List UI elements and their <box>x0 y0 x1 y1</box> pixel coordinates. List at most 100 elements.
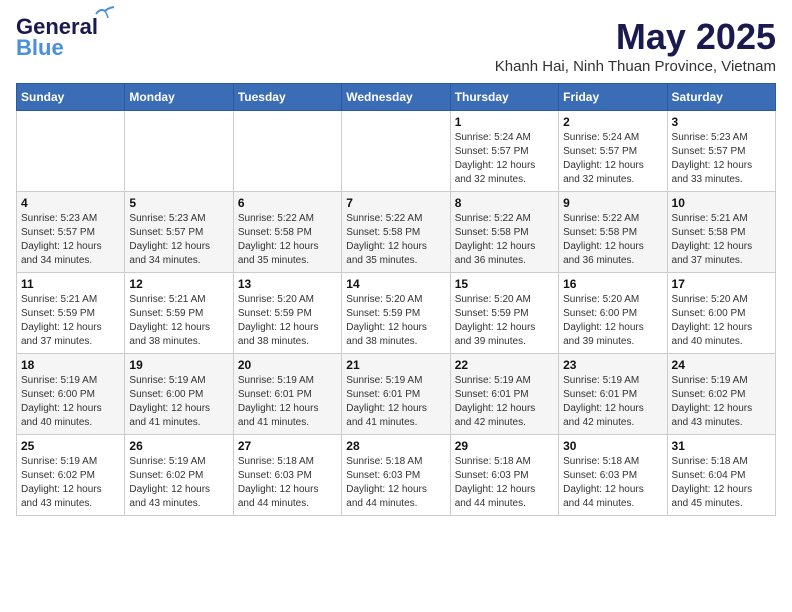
day-number: 16 <box>563 277 662 291</box>
day-number: 12 <box>129 277 228 291</box>
logo-text: General <box>16 14 98 39</box>
calendar-cell: 18 Sunrise: 5:19 AM Sunset: 6:00 PM Dayli… <box>17 354 125 435</box>
calendar-week-5: 25 Sunrise: 5:19 AM Sunset: 6:02 PM Dayli… <box>17 435 776 516</box>
day-info: Sunrise: 5:20 AM Sunset: 6:00 PM Dayligh… <box>563 293 662 349</box>
day-info: Sunrise: 5:22 AM Sunset: 5:58 PM Dayligh… <box>346 212 445 268</box>
calendar-cell: 22 Sunrise: 5:19 AM Sunset: 6:01 PM Dayli… <box>450 354 558 435</box>
day-number: 8 <box>455 196 554 210</box>
day-info: Sunrise: 5:19 AM Sunset: 6:02 PM Dayligh… <box>129 455 228 511</box>
day-number: 29 <box>455 439 554 453</box>
day-info: Sunrise: 5:19 AM Sunset: 6:00 PM Dayligh… <box>129 374 228 430</box>
day-number: 4 <box>21 196 120 210</box>
day-number: 22 <box>455 358 554 372</box>
title-section: May 2025 Khanh Hai, Ninh Thuan Province,… <box>495 16 776 75</box>
calendar-table: SundayMondayTuesdayWednesdayThursdayFrid… <box>16 83 776 516</box>
day-info: Sunrise: 5:18 AM Sunset: 6:03 PM Dayligh… <box>455 455 554 511</box>
day-info: Sunrise: 5:20 AM Sunset: 5:59 PM Dayligh… <box>455 293 554 349</box>
calendar-cell: 24Sunrise: 5:19 AM Sunset: 6:02 PM Dayli… <box>667 354 775 435</box>
calendar-cell: 8 Sunrise: 5:22 AM Sunset: 5:58 PM Daylig… <box>450 192 558 273</box>
weekday-header-tuesday: Tuesday <box>233 84 341 111</box>
weekday-header-monday: Monday <box>125 84 233 111</box>
weekday-header-friday: Friday <box>559 84 667 111</box>
day-info: Sunrise: 5:18 AM Sunset: 6:04 PM Dayligh… <box>672 455 771 511</box>
weekday-header-sunday: Sunday <box>17 84 125 111</box>
day-number: 10 <box>672 196 771 210</box>
day-number: 25 <box>21 439 120 453</box>
logo-blue-text: Blue <box>16 37 64 59</box>
calendar-cell: 9Sunrise: 5:22 AM Sunset: 5:58 PM Daylig… <box>559 192 667 273</box>
day-number: 14 <box>346 277 445 291</box>
page-header: General Blue May 2025 Khanh Hai, Ninh Th… <box>16 16 776 75</box>
calendar-cell <box>342 111 450 192</box>
calendar-cell: 15 Sunrise: 5:20 AM Sunset: 5:59 PM Dayli… <box>450 273 558 354</box>
calendar-cell: 27 Sunrise: 5:18 AM Sunset: 6:03 PM Dayli… <box>233 435 341 516</box>
calendar-cell: 29 Sunrise: 5:18 AM Sunset: 6:03 PM Dayli… <box>450 435 558 516</box>
calendar-cell: 17 Sunrise: 5:20 AM Sunset: 6:00 PM Dayli… <box>667 273 775 354</box>
day-number: 13 <box>238 277 337 291</box>
day-info: Sunrise: 5:19 AM Sunset: 6:01 PM Dayligh… <box>455 374 554 430</box>
day-info: Sunrise: 5:20 AM Sunset: 5:59 PM Dayligh… <box>346 293 445 349</box>
day-number: 30 <box>563 439 662 453</box>
calendar-cell: 31Sunrise: 5:18 AM Sunset: 6:04 PM Dayli… <box>667 435 775 516</box>
day-info: Sunrise: 5:22 AM Sunset: 5:58 PM Dayligh… <box>563 212 662 268</box>
day-info: Sunrise: 5:24 AM Sunset: 5:57 PM Dayligh… <box>563 131 662 187</box>
day-info: Sunrise: 5:23 AM Sunset: 5:57 PM Dayligh… <box>129 212 228 268</box>
calendar-cell: 12 Sunrise: 5:21 AM Sunset: 5:59 PM Dayli… <box>125 273 233 354</box>
day-info: Sunrise: 5:18 AM Sunset: 6:03 PM Dayligh… <box>238 455 337 511</box>
calendar-cell <box>125 111 233 192</box>
logo: General Blue <box>16 16 98 59</box>
weekday-header-thursday: Thursday <box>450 84 558 111</box>
day-number: 17 <box>672 277 771 291</box>
calendar-week-4: 18 Sunrise: 5:19 AM Sunset: 6:00 PM Dayli… <box>17 354 776 435</box>
day-number: 5 <box>129 196 228 210</box>
calendar-cell <box>17 111 125 192</box>
day-number: 3 <box>672 115 771 129</box>
calendar-cell: 2Sunrise: 5:24 AM Sunset: 5:57 PM Daylig… <box>559 111 667 192</box>
day-info: Sunrise: 5:19 AM Sunset: 6:01 PM Dayligh… <box>238 374 337 430</box>
calendar-cell: 20 Sunrise: 5:19 AM Sunset: 6:01 PM Dayli… <box>233 354 341 435</box>
calendar-cell: 7 Sunrise: 5:22 AM Sunset: 5:58 PM Daylig… <box>342 192 450 273</box>
day-info: Sunrise: 5:19 AM Sunset: 6:02 PM Dayligh… <box>21 455 120 511</box>
month-title: May 2025 <box>495 16 776 58</box>
day-number: 19 <box>129 358 228 372</box>
day-info: Sunrise: 5:19 AM Sunset: 6:01 PM Dayligh… <box>563 374 662 430</box>
day-number: 27 <box>238 439 337 453</box>
calendar-cell: 3Sunrise: 5:23 AM Sunset: 5:57 PM Daylig… <box>667 111 775 192</box>
calendar-cell: 11Sunrise: 5:21 AM Sunset: 5:59 PM Dayli… <box>17 273 125 354</box>
calendar-cell: 4 Sunrise: 5:23 AM Sunset: 5:57 PM Daylig… <box>17 192 125 273</box>
day-info: Sunrise: 5:20 AM Sunset: 5:59 PM Dayligh… <box>238 293 337 349</box>
day-number: 7 <box>346 196 445 210</box>
day-info: Sunrise: 5:18 AM Sunset: 6:03 PM Dayligh… <box>346 455 445 511</box>
calendar-cell: 16 Sunrise: 5:20 AM Sunset: 6:00 PM Dayli… <box>559 273 667 354</box>
calendar-cell: 13 Sunrise: 5:20 AM Sunset: 5:59 PM Dayli… <box>233 273 341 354</box>
day-number: 18 <box>21 358 120 372</box>
calendar-cell: 28Sunrise: 5:18 AM Sunset: 6:03 PM Dayli… <box>342 435 450 516</box>
day-info: Sunrise: 5:21 AM Sunset: 5:59 PM Dayligh… <box>129 293 228 349</box>
calendar-cell: 25 Sunrise: 5:19 AM Sunset: 6:02 PM Dayli… <box>17 435 125 516</box>
day-info: Sunrise: 5:20 AM Sunset: 6:00 PM Dayligh… <box>672 293 771 349</box>
day-info: Sunrise: 5:18 AM Sunset: 6:03 PM Dayligh… <box>563 455 662 511</box>
weekday-header-saturday: Saturday <box>667 84 775 111</box>
day-info: Sunrise: 5:24 AM Sunset: 5:57 PM Dayligh… <box>455 131 554 187</box>
calendar-cell: 1Sunrise: 5:24 AM Sunset: 5:57 PM Daylig… <box>450 111 558 192</box>
weekday-header-row: SundayMondayTuesdayWednesdayThursdayFrid… <box>17 84 776 111</box>
day-number: 20 <box>238 358 337 372</box>
weekday-header-wednesday: Wednesday <box>342 84 450 111</box>
day-number: 24 <box>672 358 771 372</box>
day-number: 15 <box>455 277 554 291</box>
day-info: Sunrise: 5:23 AM Sunset: 5:57 PM Dayligh… <box>21 212 120 268</box>
calendar-cell: 5 Sunrise: 5:23 AM Sunset: 5:57 PM Daylig… <box>125 192 233 273</box>
calendar-cell: 21Sunrise: 5:19 AM Sunset: 6:01 PM Dayli… <box>342 354 450 435</box>
day-number: 6 <box>238 196 337 210</box>
calendar-cell: 30 Sunrise: 5:18 AM Sunset: 6:03 PM Dayli… <box>559 435 667 516</box>
logo-bird-icon <box>94 6 116 22</box>
day-info: Sunrise: 5:19 AM Sunset: 6:00 PM Dayligh… <box>21 374 120 430</box>
day-number: 23 <box>563 358 662 372</box>
day-info: Sunrise: 5:19 AM Sunset: 6:01 PM Dayligh… <box>346 374 445 430</box>
calendar-cell: 19 Sunrise: 5:19 AM Sunset: 6:00 PM Dayli… <box>125 354 233 435</box>
calendar-week-2: 4 Sunrise: 5:23 AM Sunset: 5:57 PM Daylig… <box>17 192 776 273</box>
calendar-cell: 14 Sunrise: 5:20 AM Sunset: 5:59 PM Dayli… <box>342 273 450 354</box>
location-title: Khanh Hai, Ninh Thuan Province, Vietnam <box>495 58 776 75</box>
day-info: Sunrise: 5:22 AM Sunset: 5:58 PM Dayligh… <box>455 212 554 268</box>
day-info: Sunrise: 5:22 AM Sunset: 5:58 PM Dayligh… <box>238 212 337 268</box>
